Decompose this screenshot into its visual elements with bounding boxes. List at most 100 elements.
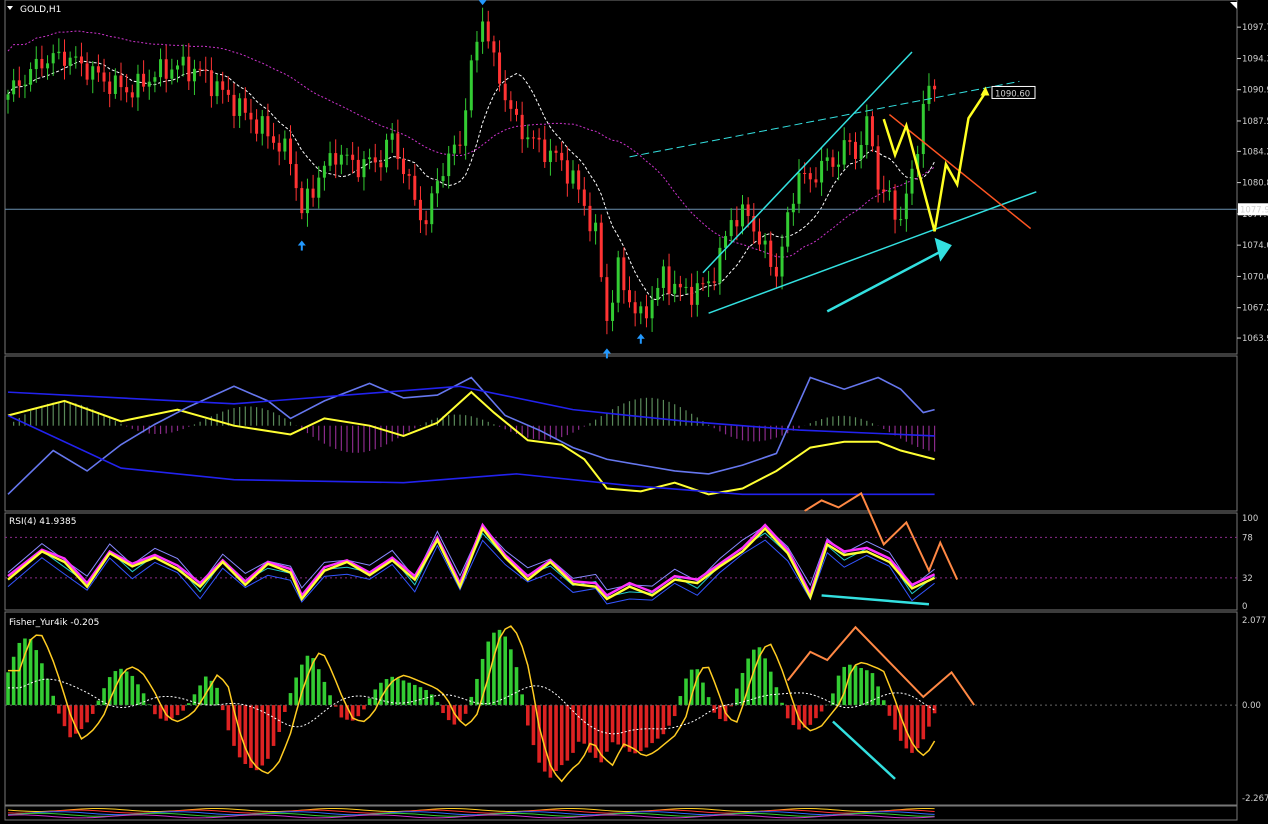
candle-body [339,154,343,165]
fisher-histogram-bar [576,705,581,742]
candle-body [153,77,157,82]
chart-title: GOLD,H1 [20,5,61,15]
fisher-histogram-bar [322,681,327,706]
fisher-histogram-bar [853,665,858,706]
fisher-histogram-bar [181,705,185,711]
y-tick-label: 1063.9 [1242,334,1268,344]
candle-body [548,150,552,163]
candle-body [486,21,490,42]
candle-body [311,188,315,198]
fisher-histogram-bar [859,668,863,706]
fisher-histogram-bar [288,693,293,706]
candle-body [181,56,185,66]
candle-body [266,116,270,137]
candle-body [390,133,394,140]
candle-body [192,68,196,82]
fisher-histogram-bar [520,694,524,706]
candle-body [554,150,558,153]
price-label-text: 1090.60 [995,89,1030,99]
fisher-histogram-bar [96,700,101,706]
candle-body [142,73,146,87]
fisher-histogram-bar [463,705,468,714]
fisher-histogram-bar [90,705,95,714]
fisher-histogram-bar [277,705,281,732]
candle-body [831,157,835,167]
candle-body [729,220,733,237]
y-tick-label: 1067.2 [1242,304,1268,314]
fisher-histogram-bar [605,705,609,752]
candle-body [526,137,530,140]
candle-body [560,152,564,161]
candle-body [255,119,259,134]
candle-body [763,240,767,245]
candle-body [418,199,422,221]
candle-body [176,65,179,70]
candle-body [887,190,891,192]
fisher-histogram-bar [136,684,140,706]
candle-body [695,283,699,305]
candle-body [458,144,462,146]
fisher-histogram-bar [752,649,756,706]
fisher-histogram-bar [735,688,739,706]
fisher-histogram-bar [28,638,33,706]
candle-body [531,137,535,139]
fisher-histogram-bar [220,705,225,711]
fisher-histogram-bar [356,705,361,717]
fisher-histogram-bar [814,705,818,719]
fisher-histogram-bar [768,671,773,706]
candle-body [272,136,276,143]
candle-body [820,160,824,183]
fisher-histogram-bar [226,705,231,731]
candle-body [305,188,309,214]
fisher-histogram-bar [441,705,445,714]
fisher-histogram-bar [712,705,717,713]
candle-body [29,69,33,85]
candle-body [368,157,372,160]
candle-body [690,286,694,305]
candle-body [492,41,496,53]
y-tick-label: 1094.3 [1242,54,1268,64]
fisher-histogram-bar [842,666,846,706]
candle-body [238,98,242,116]
candle-body [571,170,575,184]
candle-body [870,116,874,147]
fisher-histogram-bar [514,667,519,706]
fisher-histogram-bar [887,705,892,716]
candle-body [294,164,298,189]
fisher-histogram-bar [243,705,248,765]
fisher-histogram-bar [124,671,129,706]
candle-body [701,283,705,285]
candle-body [633,302,637,314]
fisher-histogram-bar [79,705,84,730]
candle-body [170,69,174,79]
rsi-y-tick-label: 32 [1242,574,1253,584]
candle-body [283,138,287,152]
candle-body [656,287,660,300]
chart-canvas: GOLD,H1 RSI(4) 41.9385 Fisher_Yur4ik -0.… [0,0,1268,824]
fisher-y-tick-label: -2.267 [1242,794,1268,804]
candle-body [594,222,598,232]
candle-body [136,73,140,98]
fisher-histogram-bar [582,705,587,744]
fisher-histogram-bar [927,705,931,727]
fisher-histogram-bar [407,682,411,706]
fisher-histogram-bar [254,705,259,771]
candle-body [684,286,688,288]
fisher-histogram-bar [57,705,61,714]
candle-body [249,112,253,120]
rsi-y-tick-label: 0 [1242,602,1247,612]
fisher-histogram-bar [565,705,570,761]
candle-body [23,84,27,86]
candle-body [797,172,801,204]
candle-body [741,204,744,227]
candle-body [893,190,897,220]
candle-body [435,181,439,194]
candle-body [588,205,592,232]
candle-body [159,59,163,78]
candle-body [780,246,784,277]
fisher-histogram-bar [34,650,39,706]
fisher-histogram-bar [633,705,637,754]
candle-body [724,236,728,248]
candle-body [221,81,225,90]
fisher-title: Fisher_Yur4ik -0.205 [9,618,99,628]
